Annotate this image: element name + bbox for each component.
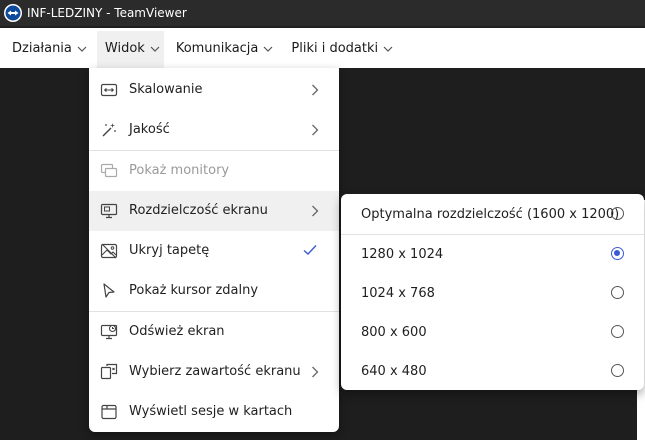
radio-button[interactable]	[611, 325, 624, 338]
resolution-option-optimal[interactable]: Optymalna rozdzielczość (1600 x 1200)	[341, 195, 644, 234]
menu-item-label: Ukryj tapetę	[129, 243, 210, 258]
view-menu: Skalowanie Jakość Pokaż monitory Rozdzie…	[89, 68, 339, 432]
select-content-icon	[100, 363, 118, 381]
chevron-right-icon	[311, 124, 319, 140]
menu-komunikacja[interactable]: Komunikacja	[168, 28, 280, 68]
menu-item-jakosc[interactable]: Jakość	[89, 110, 339, 150]
menu-item-odswiez-ekran[interactable]: Odśwież ekran	[89, 312, 339, 352]
resolution-option-label: 640 x 480	[361, 364, 427, 379]
menu-pliki-i-dodatki[interactable]: Pliki i dodatki	[279, 28, 399, 68]
menu-item-pokaz-monitory: Pokaż monitory	[89, 151, 339, 191]
menu-widok[interactable]: Widok	[93, 28, 168, 68]
menu-item-pokaz-kursor-zdalny[interactable]: Pokaż kursor zdalny	[89, 271, 339, 311]
resolution-option-label: 1024 x 768	[361, 286, 435, 301]
menu-item-label: Pokaż monitory	[129, 163, 230, 178]
menu-item-label: Skalowanie	[129, 82, 203, 97]
window-title: INF-LEDZINY - TeamViewer	[27, 6, 187, 20]
radio-button[interactable]	[611, 207, 624, 220]
radio-button[interactable]	[611, 286, 624, 299]
menu-widok-label: Widok	[104, 40, 145, 56]
menu-bar: Działania Widok Komunikacja Pliki i doda…	[0, 28, 645, 68]
magic-wand-icon	[100, 121, 118, 139]
tabs-icon	[100, 403, 118, 421]
menu-item-ukryj-tapete[interactable]: Ukryj tapetę	[89, 231, 339, 271]
menu-item-label: Wybierz zawartość ekranu	[129, 364, 301, 379]
checkmark-icon	[303, 244, 317, 260]
resolution-option-label: 1280 x 1024	[361, 247, 444, 262]
radio-button-selected[interactable]	[611, 247, 624, 260]
menu-item-label: Pokaż kursor zdalny	[129, 283, 259, 298]
teamviewer-logo-icon	[4, 4, 22, 22]
menu-item-label: Wyświetl sesje w kartach	[129, 404, 293, 419]
resolution-submenu: Optymalna rozdzielczość (1600 x 1200) 12…	[341, 194, 644, 390]
wallpaper-icon	[100, 242, 118, 260]
menu-item-wyswietl-sesje-w-kartach[interactable]: Wyświetl sesje w kartach	[89, 392, 339, 432]
menu-item-wybierz-zawartosc-ekranu[interactable]: Wybierz zawartość ekranu	[89, 352, 339, 392]
chevron-right-icon	[311, 84, 319, 100]
resolution-option-label: Optymalna rozdzielczość (1600 x 1200)	[361, 207, 620, 222]
menu-item-skalowanie[interactable]: Skalowanie	[89, 70, 339, 110]
monitors-icon	[100, 162, 118, 180]
cursor-icon	[100, 282, 118, 300]
title-bar: INF-LEDZINY - TeamViewer	[0, 0, 645, 26]
resolution-icon	[100, 202, 118, 220]
scaling-icon	[100, 81, 118, 99]
refresh-screen-icon	[100, 323, 118, 341]
menu-item-label: Rozdzielczość ekranu	[129, 203, 268, 218]
chevron-right-icon	[311, 205, 319, 221]
menu-komunikacja-label: Komunikacja	[175, 40, 259, 56]
menu-pliki-label: Pliki i dodatki	[291, 40, 379, 56]
chevron-down-icon	[383, 41, 393, 56]
resolution-option-1024x768[interactable]: 1024 x 768	[341, 274, 644, 313]
menu-item-label: Jakość	[129, 122, 170, 137]
radio-button[interactable]	[611, 364, 624, 377]
chevron-down-icon	[263, 41, 273, 56]
menu-dzialania-label: Działania	[12, 40, 72, 56]
resolution-option-label: 800 x 600	[361, 325, 427, 340]
menu-item-label: Odśwież ekran	[129, 324, 225, 339]
resolution-option-800x600[interactable]: 800 x 600	[341, 313, 644, 352]
menu-dzialania[interactable]: Działania	[0, 28, 93, 68]
chevron-down-icon	[150, 41, 160, 56]
menu-item-rozdzielczosc-ekranu[interactable]: Rozdzielczość ekranu	[89, 191, 339, 231]
chevron-down-icon	[77, 41, 87, 56]
resolution-option-1280x1024[interactable]: 1280 x 1024	[341, 235, 644, 274]
resolution-option-640x480[interactable]: 640 x 480	[341, 352, 644, 391]
chevron-right-icon	[311, 366, 319, 382]
